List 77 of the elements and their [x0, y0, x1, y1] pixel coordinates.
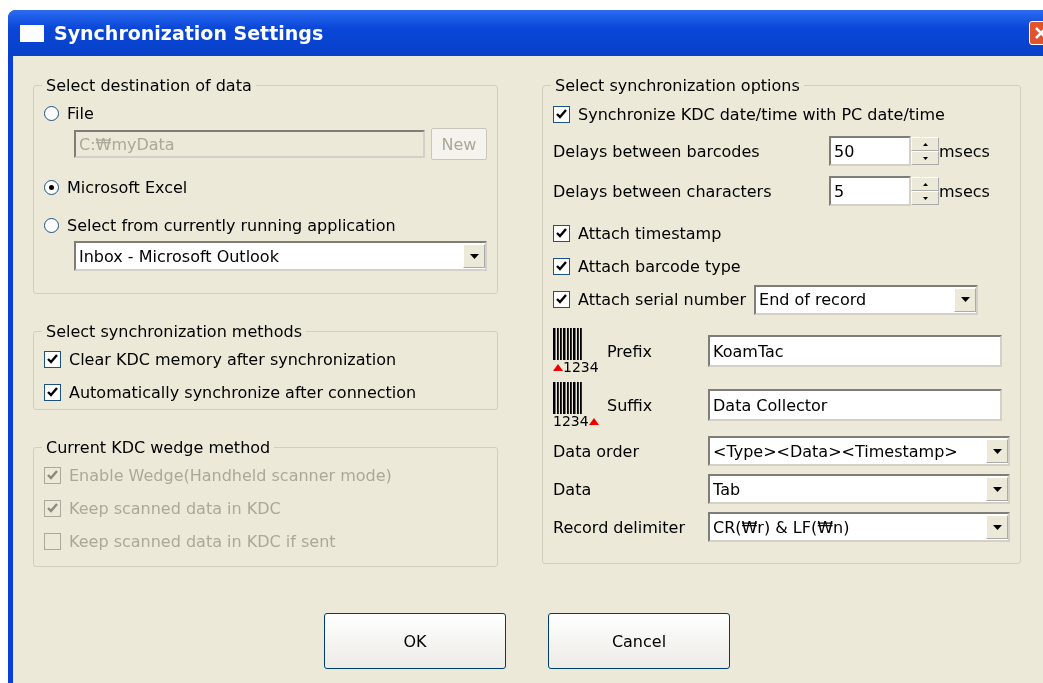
delay-label: Delays between characters [553, 181, 773, 201]
select-dropdown[interactable]: <Type><Data><Timestamp> [708, 436, 1010, 466]
marker-icon [588, 417, 599, 425]
group-title: Select synchronization options [554, 76, 801, 95]
select-label: Record delimiter [553, 517, 686, 537]
option-label: File [67, 103, 94, 123]
check-icon [47, 503, 58, 514]
check-icon [47, 354, 58, 365]
checkbox[interactable] [553, 105, 570, 123]
dropdown-arrow-button[interactable] [463, 244, 485, 268]
up-arrow-icon [922, 142, 928, 146]
barcode-icon [553, 328, 583, 360]
checkbox[interactable] [44, 351, 61, 368]
dropdown-arrow-button[interactable] [986, 477, 1008, 501]
spin-button[interactable] [911, 177, 939, 205]
barcode-digits: 1234 [563, 360, 599, 374]
dropdown-arrow-button[interactable] [986, 515, 1008, 539]
cancel-button[interactable]: Cancel [548, 613, 730, 669]
option-label: Synchronize KDC date/time with PC date/time [578, 104, 945, 124]
application-dropdown[interactable]: Inbox - Microsoft Outlook [74, 241, 487, 271]
caret-icon [992, 448, 1002, 454]
down-arrow-icon [922, 196, 928, 200]
option-label: Attach timestamp [578, 224, 722, 243]
marker-icon [553, 363, 563, 371]
select-label: Data [553, 479, 593, 499]
check-icon [556, 228, 567, 239]
group-title: Select synchronization methods [45, 322, 303, 341]
check-icon [47, 387, 58, 398]
check-icon [47, 470, 58, 481]
option-label: Automatically synchronize after connection [69, 383, 417, 402]
delay-field[interactable]: 5 [829, 176, 911, 206]
window-title: Synchronization Settings [54, 22, 325, 44]
option-label: Select from currently running application [67, 215, 396, 235]
radio-button[interactable] [44, 105, 59, 121]
unit-label: msecs [939, 141, 990, 161]
affix-label: Suffix [607, 395, 654, 415]
affix-field[interactable]: KoamTac [708, 335, 1002, 367]
barcode-digits: 1234 [553, 414, 589, 428]
affix-label: Prefix [607, 341, 653, 361]
group-title: Select destination of data [45, 76, 253, 95]
option-label: Attach barcode type [578, 257, 741, 276]
option-label: Enable Wedge(Handheld scanner mode) [69, 466, 392, 485]
checkbox[interactable] [553, 258, 570, 275]
checkbox[interactable] [44, 384, 61, 401]
affix-field[interactable]: Data Collector [708, 389, 1002, 421]
down-arrow-icon [922, 156, 928, 160]
option-label: Keep scanned data in KDC [69, 499, 281, 518]
option-label: Clear KDC memory after synchronization [69, 350, 397, 369]
check-icon [556, 294, 567, 305]
select-label: Data order [553, 441, 640, 461]
serial-number-dropdown[interactable]: End of record [754, 284, 979, 315]
check-icon [556, 108, 567, 120]
up-arrow-icon [922, 182, 928, 186]
checkbox[interactable] [553, 291, 570, 308]
caret-icon [960, 297, 970, 302]
unit-label: msecs [939, 181, 990, 201]
dropdown-arrow-button[interactable] [986, 439, 1008, 463]
group-title: Current KDC wedge method [45, 438, 272, 457]
check-icon [556, 261, 567, 272]
caret-icon [992, 486, 1002, 492]
radio-button[interactable] [44, 179, 59, 195]
delay-field[interactable]: 50 [829, 136, 911, 166]
select-dropdown[interactable]: Tab [708, 474, 1010, 504]
barcode-icon [553, 382, 583, 414]
caret-icon [992, 524, 1002, 530]
option-label: Attach serial number [578, 290, 747, 309]
dropdown-arrow-button[interactable] [954, 287, 977, 312]
ok-button[interactable]: OK [324, 613, 506, 669]
caret-icon [469, 253, 479, 259]
delay-label: Delays between barcodes [553, 141, 761, 161]
window-icon [20, 24, 44, 42]
option-label: Keep scanned data in KDC if sent [69, 532, 336, 551]
option-label: Microsoft Excel [67, 177, 188, 197]
spin-button[interactable] [911, 137, 939, 165]
checkbox[interactable] [553, 225, 570, 242]
radio-button[interactable] [44, 217, 59, 233]
select-dropdown[interactable]: CR(₩r) & LF(₩n) [708, 512, 1010, 542]
